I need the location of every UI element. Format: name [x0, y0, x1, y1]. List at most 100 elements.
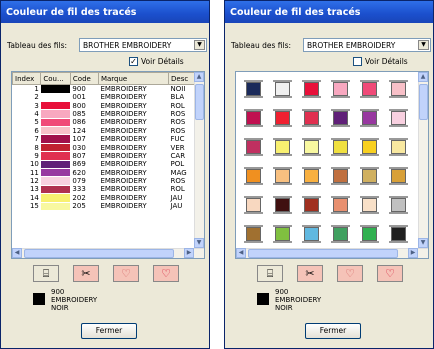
scroll-up-icon[interactable]: ▲ — [418, 72, 428, 82]
thread-spool[interactable] — [360, 80, 379, 98]
thread-spool[interactable] — [360, 196, 379, 214]
scroll-down-icon[interactable]: ▼ — [194, 238, 204, 248]
heart-outline-icon[interactable]: ♡ — [337, 265, 363, 282]
table-row[interactable]: 14 202 EMBROIDERY JAU — [13, 193, 195, 203]
thread-spool[interactable] — [273, 196, 292, 214]
details-checkbox[interactable] — [353, 57, 362, 66]
thread-spool[interactable] — [244, 225, 263, 243]
table-row[interactable]: 15 205 EMBROIDERY JAU — [13, 201, 195, 211]
heart-icon[interactable]: ♡ — [153, 265, 179, 282]
heart-icon[interactable]: ♡ — [377, 265, 403, 282]
chevron-down-icon[interactable]: ▼ — [194, 40, 205, 50]
thread-spool[interactable] — [331, 138, 350, 156]
scroll-right-icon[interactable]: ▶ — [184, 248, 194, 258]
heart-outline-icon[interactable]: ♡ — [113, 265, 139, 282]
table-row[interactable]: 7 107 EMBROIDERY FUC — [13, 134, 195, 144]
thread-spool[interactable] — [389, 138, 408, 156]
chevron-down-icon[interactable]: ▼ — [418, 40, 429, 50]
thread-spool[interactable] — [389, 109, 408, 127]
close-button[interactable]: Fermer — [81, 323, 137, 339]
thread-spool[interactable] — [244, 138, 263, 156]
scroll-right-icon[interactable]: ▶ — [408, 248, 418, 258]
row-desc: ROL — [170, 185, 185, 194]
thread-list-panel[interactable]: Index Cou... Code Marque Desc 1 900 EMBROIDERY… — [11, 71, 205, 259]
scroll-left-icon[interactable]: ◀ — [12, 248, 22, 258]
thread-spool[interactable] — [302, 80, 321, 98]
table-row[interactable]: 12 079 EMBROIDERY ROS — [13, 176, 195, 186]
spool-grid-panel[interactable]: ▲ ▼ ◀ ▶ — [235, 71, 429, 259]
thread-spool[interactable] — [360, 109, 379, 127]
close-button[interactable]: Fermer — [305, 323, 361, 339]
details-checkbox[interactable]: ✓ — [129, 57, 138, 66]
thread-spool[interactable] — [331, 196, 350, 214]
thread-spool[interactable] — [244, 167, 263, 185]
thread-spool[interactable] — [389, 167, 408, 185]
thread-spool[interactable] — [360, 167, 379, 185]
row-index: 9 — [34, 151, 39, 160]
thread-spool[interactable] — [331, 80, 350, 98]
thread-table-select[interactable]: BROTHER EMBROIDERY ▼ — [79, 38, 207, 52]
table-row[interactable]: 4 085 EMBROIDERY ROS — [13, 109, 195, 119]
table-row[interactable]: 3 800 EMBROIDERY ROL — [13, 100, 195, 110]
thread-spool[interactable] — [331, 167, 350, 185]
column-header[interactable]: Marque — [97, 72, 170, 85]
row-code: 079 — [72, 177, 86, 186]
thread-spool[interactable] — [302, 196, 321, 214]
thread-spool[interactable] — [302, 225, 321, 243]
vertical-scrollbar[interactable]: ▲ ▼ — [418, 72, 428, 248]
details-checkbox-row[interactable]: Voir Détails — [353, 57, 408, 66]
thread-spool[interactable] — [389, 80, 408, 98]
thread-spool[interactable] — [389, 225, 408, 243]
table-row[interactable]: 2 001 EMBROIDERY BLA — [13, 92, 195, 102]
scissors-icon[interactable]: ✂ — [73, 265, 99, 282]
thread-table-value: BROTHER EMBROIDERY — [83, 41, 172, 50]
thread-spool[interactable] — [244, 109, 263, 127]
table-row[interactable]: 13 333 EMBROIDERY ROL — [13, 184, 195, 194]
thread-spool[interactable] — [273, 225, 292, 243]
thread-spool[interactable] — [273, 138, 292, 156]
thread-spool[interactable] — [360, 225, 379, 243]
row-color-swatch — [40, 134, 71, 144]
table-row[interactable]: 11 620 EMBROIDERY MAG — [13, 167, 195, 177]
column-header[interactable]: Code — [69, 72, 99, 85]
column-header[interactable]: Cou... — [40, 72, 71, 85]
horizontal-scrollbar[interactable]: ◀ ▶ — [236, 248, 428, 258]
thread-spool[interactable] — [331, 109, 350, 127]
hscroll-thumb[interactable] — [248, 249, 398, 258]
thread-spool[interactable] — [302, 167, 321, 185]
selected-thread-info: 900 EMBROIDERY NOIR — [275, 288, 321, 312]
table-row[interactable]: 8 030 EMBROIDERY VER — [13, 142, 195, 152]
table-row[interactable]: 10 869 EMBROIDERY POL — [13, 159, 195, 169]
thread-spool[interactable] — [273, 109, 292, 127]
hscroll-thumb[interactable] — [24, 249, 174, 258]
thread-spool[interactable] — [273, 80, 292, 98]
column-header[interactable]: Index — [12, 72, 42, 85]
table-row[interactable]: 5 086 EMBROIDERY ROS — [13, 117, 195, 127]
scroll-thumb[interactable] — [419, 84, 428, 120]
table-row[interactable]: 1 900 EMBROIDERY NOII — [13, 84, 195, 93]
spool-icon[interactable]: ⌸ — [257, 265, 283, 282]
scroll-down-icon[interactable]: ▼ — [418, 238, 428, 248]
thread-spool[interactable] — [302, 138, 321, 156]
scroll-left-icon[interactable]: ◀ — [236, 248, 246, 258]
thread-spool[interactable] — [302, 109, 321, 127]
vertical-scrollbar[interactable]: ▲ ▼ — [194, 72, 204, 248]
row-color-swatch — [40, 142, 71, 152]
table-row[interactable]: 6 124 EMBROIDERY ROS — [13, 126, 195, 135]
scissors-icon[interactable]: ✂ — [297, 265, 323, 282]
details-checkbox-row[interactable]: ✓ Voir Détails — [129, 57, 184, 66]
scroll-thumb[interactable] — [195, 84, 204, 120]
thread-spool[interactable] — [331, 225, 350, 243]
spool-icon[interactable]: ⌸ — [33, 265, 59, 282]
scroll-up-icon[interactable]: ▲ — [194, 72, 204, 82]
row-index: 8 — [34, 143, 39, 152]
horizontal-scrollbar[interactable]: ◀ ▶ — [12, 248, 204, 258]
column-header[interactable]: Desc — [168, 72, 195, 85]
thread-spool[interactable] — [360, 138, 379, 156]
table-row[interactable]: 9 807 EMBROIDERY CAR — [13, 151, 195, 161]
thread-spool[interactable] — [389, 196, 408, 214]
thread-spool[interactable] — [244, 80, 263, 98]
thread-spool[interactable] — [244, 196, 263, 214]
thread-spool[interactable] — [273, 167, 292, 185]
thread-table-select[interactable]: BROTHER EMBROIDERY ▼ — [303, 38, 431, 52]
